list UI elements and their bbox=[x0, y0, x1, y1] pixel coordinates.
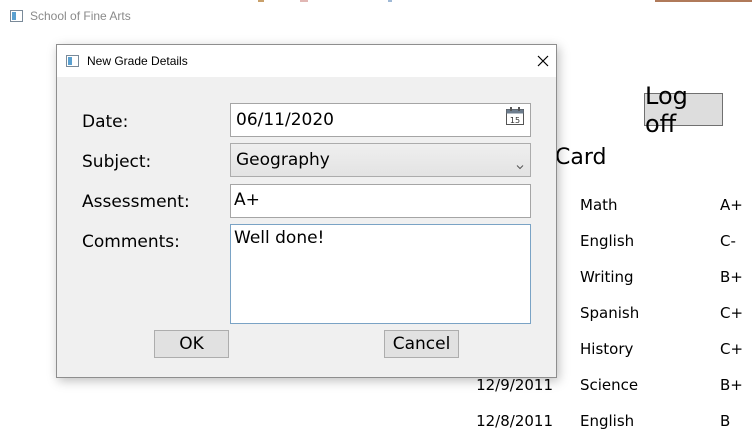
grade-row[interactable]: 12/9/2011 Science B+ bbox=[0, 376, 752, 400]
grade-value: B+ bbox=[720, 268, 743, 286]
background-strip bbox=[388, 0, 392, 2]
calendar-icon[interactable]: 15 bbox=[505, 106, 525, 126]
grade-value: B+ bbox=[720, 376, 743, 394]
grade-subject: English bbox=[580, 412, 635, 430]
comments-value: Well done! bbox=[234, 228, 325, 248]
grade-date: 12/9/2011 bbox=[476, 376, 553, 394]
assessment-label: Assessment: bbox=[82, 192, 190, 212]
grade-subject: History bbox=[580, 340, 634, 358]
subject-dropdown[interactable]: Geography bbox=[230, 143, 531, 177]
background-strip bbox=[258, 0, 264, 2]
new-grade-dialog: New Grade Details Date: 06/11/2020 15 Su… bbox=[56, 44, 557, 378]
dialog-titlebar[interactable]: New Grade Details bbox=[57, 45, 556, 77]
grade-value: C+ bbox=[720, 304, 744, 322]
grade-value: C- bbox=[720, 232, 736, 250]
grade-subject: English bbox=[580, 232, 635, 250]
grade-subject: Science bbox=[580, 376, 639, 394]
assessment-value: A+ bbox=[234, 190, 260, 210]
log-off-button[interactable]: Log off bbox=[644, 82, 723, 138]
comments-label: Comments: bbox=[82, 232, 180, 252]
date-value: 06/11/2020 bbox=[236, 110, 334, 130]
assessment-input[interactable]: A+ bbox=[230, 184, 531, 218]
date-picker[interactable]: 06/11/2020 15 bbox=[230, 103, 531, 137]
main-window-title: School of Fine Arts bbox=[30, 9, 131, 23]
grade-subject: Writing bbox=[580, 268, 634, 286]
grade-subject: Math bbox=[580, 196, 618, 214]
window-app-icon bbox=[66, 55, 79, 67]
background-strip bbox=[655, 0, 752, 2]
background-strip bbox=[300, 0, 308, 2]
comments-textarea[interactable]: Well done! bbox=[230, 224, 531, 324]
subject-label: Subject: bbox=[82, 152, 152, 172]
main-titlebar: School of Fine Arts bbox=[0, 0, 752, 32]
grade-value: C+ bbox=[720, 340, 744, 358]
date-label: Date: bbox=[82, 112, 129, 132]
subject-value: Geography bbox=[236, 150, 330, 170]
cancel-button[interactable]: Cancel bbox=[384, 330, 459, 358]
ok-button[interactable]: OK bbox=[154, 330, 229, 358]
grade-value: B bbox=[720, 412, 731, 430]
grade-subject: Spanish bbox=[580, 304, 640, 322]
grade-value: A+ bbox=[720, 196, 743, 214]
window-app-icon bbox=[10, 10, 23, 22]
dialog-title: New Grade Details bbox=[87, 54, 188, 68]
grade-date: 12/8/2011 bbox=[476, 412, 553, 430]
close-icon[interactable] bbox=[533, 51, 553, 71]
chevron-down-icon bbox=[516, 156, 524, 170]
report-card-heading: Card bbox=[555, 145, 607, 170]
grade-row[interactable]: 12/8/2011 English B bbox=[0, 412, 752, 436]
calendar-day-text: 15 bbox=[510, 116, 520, 125]
